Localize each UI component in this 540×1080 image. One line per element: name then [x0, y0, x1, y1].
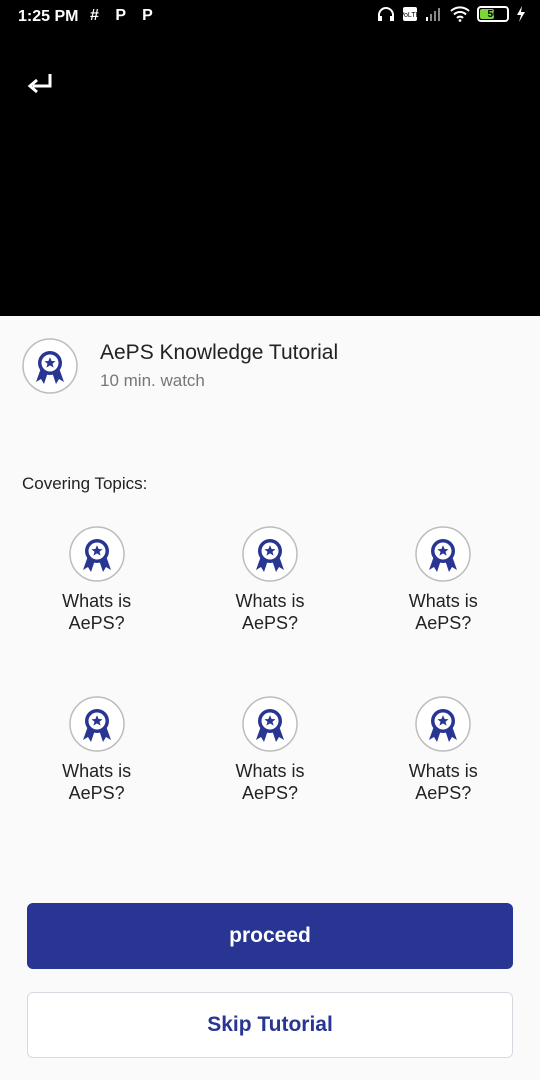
- topic-item[interactable]: Whats is AePS?: [10, 696, 183, 804]
- award-badge-icon: [415, 526, 472, 582]
- battery-icon: 50: [477, 6, 509, 22]
- topic-label: Whats is AePS?: [408, 761, 478, 803]
- award-badge-icon: [22, 338, 78, 394]
- topics-grid: Whats is AePS? Whats is AePS? Whats is A…: [10, 526, 530, 804]
- topics-heading: Covering Topics:: [22, 474, 148, 493]
- proceed-button[interactable]: proceed: [27, 903, 513, 969]
- video-player[interactable]: [0, 0, 540, 316]
- award-badge-icon: [242, 526, 298, 582]
- status-bar: 1:25 PM # P P VoLTE 50: [0, 0, 540, 34]
- topic-item[interactable]: Whats is AePS?: [183, 526, 356, 634]
- award-badge-icon: [242, 696, 298, 752]
- headphones-icon: [378, 7, 394, 21]
- course-duration: 10 min. watch: [100, 371, 205, 390]
- topic-item[interactable]: Whats is AePS?: [357, 526, 530, 634]
- topic-item[interactable]: Whats is AePS?: [357, 696, 530, 804]
- topic-label: Whats is AePS?: [408, 591, 478, 633]
- award-badge-icon: [68, 696, 125, 752]
- topic-label: Whats is AePS?: [62, 761, 132, 803]
- status-time: 1:25 PM: [18, 8, 79, 25]
- skip-tutorial-button[interactable]: Skip Tutorial: [27, 992, 513, 1058]
- topic-item[interactable]: Whats is AePS?: [183, 696, 356, 804]
- topic-label: Whats is AePS?: [62, 591, 132, 633]
- course-title: AePS Knowledge Tutorial: [100, 341, 339, 364]
- signal-icon: [426, 8, 440, 21]
- topic-label: Whats is AePS?: [235, 761, 305, 803]
- volte-icon: VoLTE: [402, 7, 418, 21]
- award-badge-icon: [415, 696, 472, 752]
- award-badge-icon: [68, 526, 125, 582]
- notification-icons: # P P: [90, 7, 159, 24]
- topic-item[interactable]: Whats is AePS?: [10, 526, 183, 634]
- svg-text:VoLTE: VoLTE: [402, 12, 418, 19]
- status-right: VoLTE 50: [377, 6, 526, 22]
- battery-level: 50: [487, 8, 499, 20]
- wifi-icon: [450, 6, 470, 22]
- charging-icon: [517, 6, 525, 22]
- topic-label: Whats is AePS?: [235, 591, 305, 633]
- return-arrow-icon[interactable]: [26, 70, 56, 100]
